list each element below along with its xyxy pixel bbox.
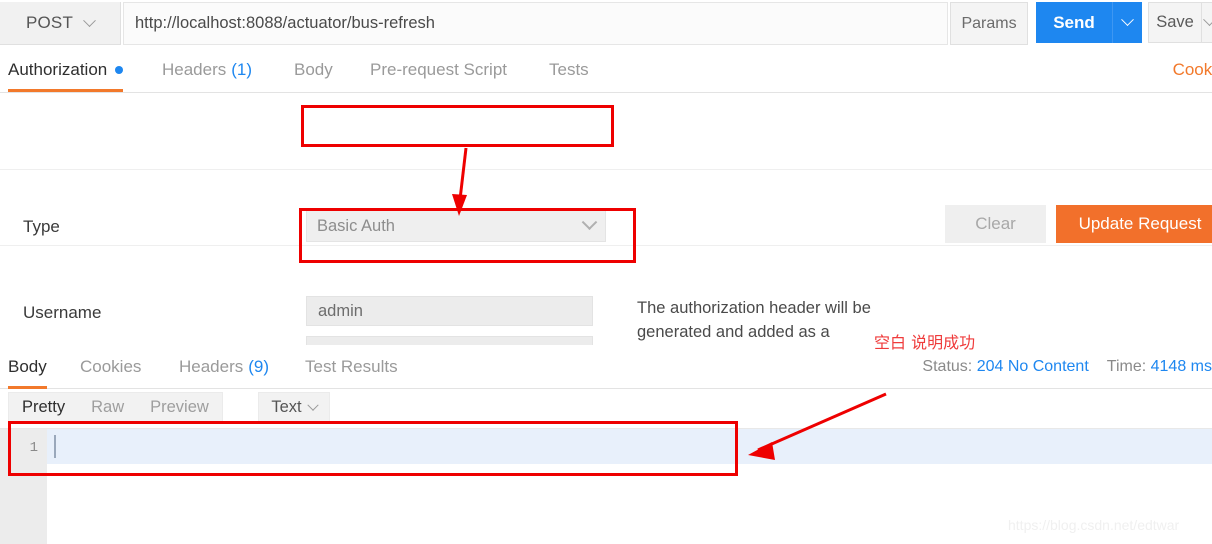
editor-active-line[interactable] [47, 429, 1212, 464]
username-value: admin [318, 301, 363, 320]
type-label: Type [23, 217, 60, 236]
response-tab-test-results[interactable]: Test Results [305, 345, 398, 389]
tab-headers-count: (1) [231, 60, 253, 79]
auth-type-select[interactable]: Basic Auth [306, 210, 606, 242]
divider [0, 169, 1212, 170]
response-tab-cookies-label: Cookies [80, 357, 142, 376]
status-value: 204 No Content [976, 357, 1089, 375]
tab-tests-label: Tests [549, 60, 589, 79]
params-label: Params [961, 14, 1017, 32]
tab-headers[interactable]: Headers (1) [162, 48, 252, 92]
method-selector[interactable]: POST [0, 2, 121, 45]
tab-pre-request-script[interactable]: Pre-request Script [370, 48, 507, 92]
chevron-down-icon [306, 399, 319, 411]
username-label: Username [23, 303, 102, 322]
body-view-segmented-control: Pretty Raw Preview [8, 392, 223, 423]
params-button[interactable]: Params [950, 2, 1028, 45]
tab-body-label: Body [294, 60, 333, 79]
time-group: Time: 4148 ms [1107, 358, 1212, 376]
postman-window: POST http://localhost:8088/actuator/bus-… [0, 0, 1212, 544]
tab-headers-label: Headers [162, 60, 227, 79]
tab-authorization[interactable]: Authorization [8, 48, 124, 92]
url-text: http://localhost:8088/actuator/bus-refre… [135, 14, 435, 32]
modified-dot-icon [115, 66, 124, 74]
response-tab-headers-label: Headers [179, 357, 244, 376]
save-label: Save [1156, 13, 1194, 31]
update-request-label: Update Request [1078, 214, 1202, 233]
request-tabs: Authorization Headers (1) Body Pre-reque… [0, 48, 1212, 93]
chevron-down-icon [83, 13, 96, 27]
method-label: POST [25, 13, 74, 32]
divider [0, 245, 1212, 246]
segment-raw[interactable]: Raw [78, 393, 137, 422]
send-button[interactable]: Send [1036, 2, 1112, 43]
clear-button[interactable]: Clear [945, 205, 1046, 243]
authorization-panel: Type Basic Auth Clear Update Request Use… [0, 93, 1212, 412]
editor-caret [54, 435, 56, 458]
clear-label: Clear [975, 214, 1016, 233]
watermark: https://blog.csdn.net/edtwar [1008, 517, 1180, 533]
segment-preview[interactable]: Preview [137, 393, 222, 422]
response-tab-body[interactable]: Body [8, 345, 47, 389]
cookies-link-label: Cookies [1172, 60, 1212, 79]
body-format-select[interactable]: Text [258, 392, 330, 423]
response-tab-headers[interactable]: Headers (9) [179, 345, 269, 389]
time-key: Time: [1106, 357, 1147, 375]
send-options-button[interactable] [1112, 2, 1142, 43]
line-number: 1 [29, 440, 38, 456]
time-value: 4148 ms [1150, 357, 1212, 375]
save-options-button[interactable] [1202, 2, 1212, 43]
cookies-link[interactable]: Cookies [1173, 48, 1212, 92]
tab-tests[interactable]: Tests [549, 48, 589, 92]
response-tab-cookies[interactable]: Cookies [80, 345, 141, 389]
tab-authorization-label: Authorization [8, 60, 108, 79]
request-url-bar: POST http://localhost:8088/actuator/bus-… [0, 0, 1212, 48]
response-tab-headers-count: (9) [248, 357, 270, 376]
auth-type-value: Basic Auth [317, 216, 395, 235]
url-input[interactable]: http://localhost:8088/actuator/bus-refre… [123, 2, 948, 45]
save-button[interactable]: Save [1148, 2, 1202, 43]
body-format-value: Text [271, 398, 302, 416]
editor-gutter: 1 [0, 429, 47, 544]
annotation-chinese-note: 空白 说明成功 [874, 333, 976, 352]
chevron-down-icon [1121, 13, 1134, 27]
update-request-button[interactable]: Update Request [1056, 205, 1212, 243]
chevron-down-icon [581, 213, 598, 230]
tab-pre-request-script-label: Pre-request Script [370, 60, 507, 79]
send-label: Send [1053, 12, 1095, 32]
tab-body[interactable]: Body [294, 48, 333, 92]
username-input[interactable]: admin [306, 296, 593, 326]
response-tab-test-results-label: Test Results [305, 357, 398, 376]
status-group: Status: 204 No Content [922, 358, 1088, 376]
response-tab-body-label: Body [8, 357, 47, 376]
response-body-toolbar: Pretty Raw Preview Text [0, 389, 1212, 428]
chevron-down-icon [1203, 13, 1212, 27]
response-tabs: Body Cookies Headers (9) Test Results St… [0, 345, 1212, 389]
status-key: Status: [922, 357, 973, 375]
segment-pretty[interactable]: Pretty [9, 393, 78, 422]
